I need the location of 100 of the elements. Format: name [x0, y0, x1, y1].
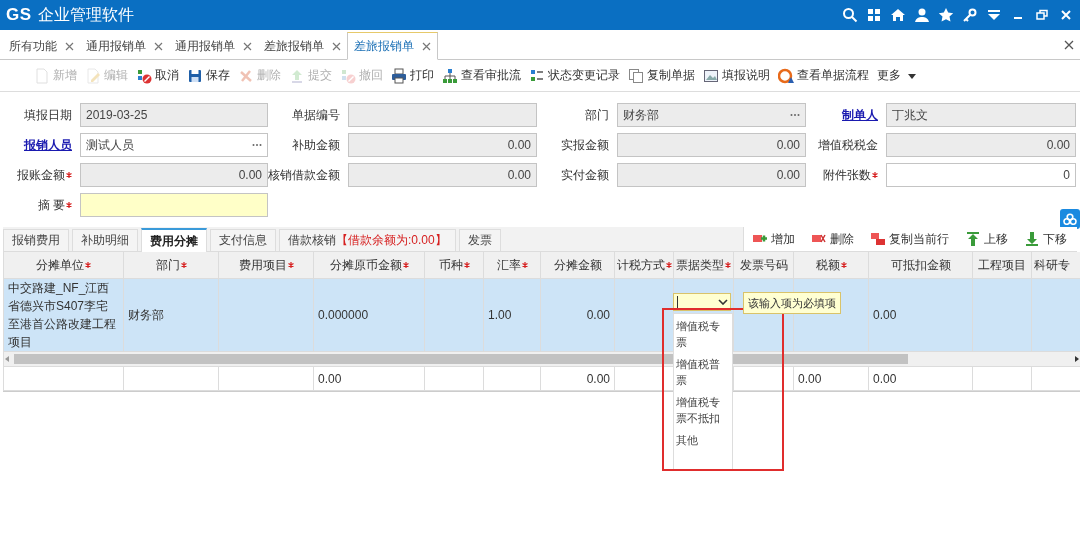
document-tab[interactable]: 差旅报销单	[258, 33, 347, 59]
grid-action-button[interactable]: 复制当前行	[870, 230, 949, 248]
column-header[interactable]: 工程项目	[972, 252, 1032, 279]
detail-tab[interactable]: 报销费用	[3, 229, 69, 251]
field-label: 部门	[585, 106, 609, 124]
column-header[interactable]: 票据类型	[673, 252, 734, 279]
column-header[interactable]: 分摊原币金额	[313, 252, 425, 279]
close-icon[interactable]	[65, 41, 74, 51]
total-cell: 0.00	[793, 366, 869, 391]
grid-action-button[interactable]: 增加	[752, 230, 795, 248]
input-field[interactable]: 2019-03-25	[80, 103, 268, 127]
total-cell	[483, 366, 541, 391]
toolbar-button[interactable]: 填报说明	[703, 64, 770, 87]
up-arrow-icon	[965, 231, 981, 247]
search-icon[interactable]	[842, 7, 858, 23]
input-field[interactable]	[80, 193, 268, 217]
field-label: 报账金额	[17, 166, 65, 184]
toolbar-button[interactable]: 查看审批流	[442, 64, 521, 87]
pencil-icon	[85, 67, 101, 84]
input-field[interactable]: 0.00	[617, 133, 806, 157]
field-label: 单据编号	[292, 106, 340, 124]
app-title: 企业管理软件	[37, 4, 134, 25]
column-header[interactable]: 分摊单位	[3, 252, 124, 279]
detail-tab[interactable]: 补助明细	[72, 229, 138, 251]
field-label: 补助金额	[292, 136, 340, 154]
grid-action-button[interactable]: 下移	[1024, 230, 1067, 248]
close-icon[interactable]	[332, 41, 341, 51]
column-header[interactable]: 税额	[793, 252, 869, 279]
input-field[interactable]: 丁兆文	[886, 103, 1076, 127]
detail-tab[interactable]: 发票	[458, 229, 501, 251]
star-icon[interactable]	[938, 7, 954, 23]
grid-icon[interactable]	[866, 7, 882, 23]
user-icon[interactable]	[914, 7, 930, 23]
input-field[interactable]: 0.00	[886, 133, 1076, 157]
input-field[interactable]	[348, 103, 537, 127]
column-header[interactable]: 部门	[123, 252, 219, 279]
close-icon[interactable]	[243, 41, 252, 51]
field-label-link[interactable]: 制单人	[842, 106, 878, 124]
input-field[interactable]: 财务部	[617, 103, 806, 127]
field-label: 填报日期	[24, 106, 72, 124]
input-field[interactable]: 测试人员	[80, 133, 268, 157]
toolbar-button[interactable]: 取消	[136, 64, 179, 87]
key-icon[interactable]	[962, 7, 978, 23]
toolbar-button[interactable]: 保存	[187, 64, 230, 87]
dropdown-option[interactable]: 增值税专票	[676, 318, 730, 350]
total-cell: 0.00	[868, 366, 973, 391]
column-header[interactable]: 科研专	[1031, 252, 1080, 279]
document-tab[interactable]: 通用报销单	[80, 33, 169, 59]
column-header[interactable]: 发票号码	[733, 252, 794, 279]
column-header[interactable]: 计税方式	[614, 252, 674, 279]
home-icon[interactable]	[890, 7, 906, 23]
column-header[interactable]: 可抵扣金额	[868, 252, 973, 279]
column-header[interactable]: 币种	[424, 252, 484, 279]
total-cell	[972, 366, 1032, 391]
toolbar-button[interactable]: 查看单据流程	[778, 64, 869, 87]
cloud-button[interactable]	[1060, 209, 1080, 229]
field-label: 增值税税金	[818, 136, 878, 154]
close-icon[interactable]	[154, 41, 163, 51]
detail-tab[interactable]: 借款核销【借款余额为:0.00】	[279, 229, 456, 251]
dropdown-option[interactable]: 增值税专票不抵扣	[676, 394, 730, 426]
chevron-icon[interactable]	[718, 299, 728, 305]
detail-tab[interactable]: 支付信息	[210, 229, 276, 251]
input-field[interactable]: 0	[886, 163, 1076, 187]
toolbar-button[interactable]: 更多	[877, 64, 917, 87]
grid-action-button[interactable]: 上移	[965, 230, 1008, 248]
close-icon[interactable]	[422, 41, 431, 51]
toolbar-button[interactable]: 打印	[391, 64, 434, 87]
field-label-link[interactable]: 报销人员	[24, 136, 72, 154]
column-header[interactable]: 费用项目	[218, 252, 314, 279]
app-logo: GS	[6, 5, 32, 25]
toolbar-button[interactable]: 复制单据	[628, 64, 695, 87]
scroll-right-icon[interactable]	[1074, 355, 1080, 363]
document-tab[interactable]: 差旅报销单	[347, 32, 438, 60]
input-field[interactable]: 0.00	[348, 133, 537, 157]
field-label: 实付金额	[561, 166, 609, 184]
dropdown-option[interactable]: 增值税普票	[676, 356, 730, 388]
input-field[interactable]: 0.00	[348, 163, 537, 187]
dropdown-icon[interactable]	[986, 7, 1002, 23]
close-icon[interactable]	[1064, 39, 1074, 50]
dropdown-option[interactable]: 其他	[676, 432, 730, 448]
down-arrow-icon	[1024, 231, 1040, 247]
toolbar-button[interactable]: 状态变更记录	[529, 64, 620, 87]
total-cell: 0.00	[540, 366, 615, 391]
hierarchy-icon	[442, 67, 458, 84]
column-header[interactable]: 分摊金额	[540, 252, 615, 279]
column-header[interactable]: 汇率	[483, 252, 541, 279]
ellipsis-icon[interactable]	[252, 143, 262, 147]
table-cell: 0.00	[868, 278, 973, 352]
input-field[interactable]: 0.00	[80, 163, 268, 187]
restore-icon[interactable]	[1034, 7, 1050, 23]
document-tab[interactable]: 所有功能	[3, 33, 80, 59]
field-label: 实报金额	[561, 136, 609, 154]
ellipsis-icon[interactable]	[790, 113, 800, 117]
total-cell	[424, 366, 484, 391]
copy-icon	[628, 67, 644, 84]
detail-tab[interactable]: 费用分摊	[141, 228, 207, 252]
input-field[interactable]: 0.00	[617, 163, 806, 187]
document-tab[interactable]: 通用报销单	[169, 33, 258, 59]
table-cell: 1.00	[483, 278, 541, 352]
grid-action-button[interactable]: 删除	[811, 230, 854, 248]
